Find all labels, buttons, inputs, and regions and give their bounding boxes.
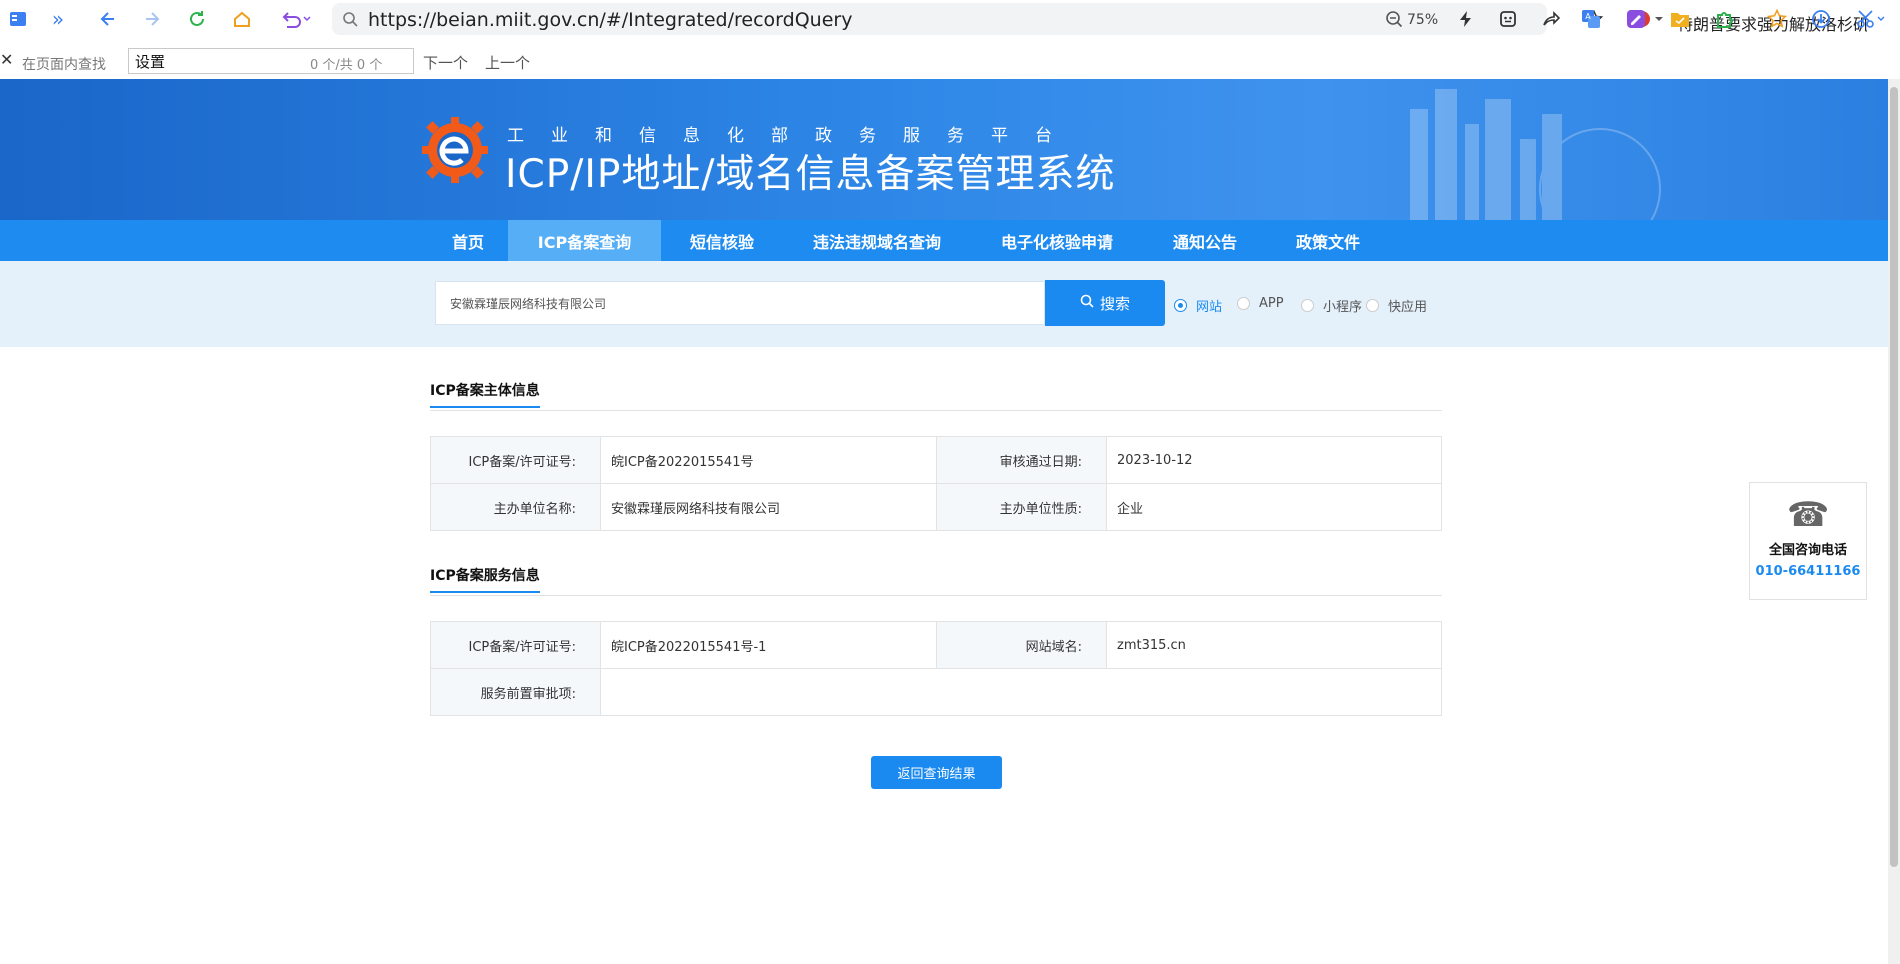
radio-label: 网站 <box>1196 300 1223 315</box>
search-icon <box>1080 294 1094 312</box>
hotline-widget[interactable]: ☎ 全国咨询电话 010-66411166 <box>1749 482 1867 600</box>
search-button[interactable]: 搜索 <box>1045 280 1165 326</box>
sidebar-icon[interactable] <box>4 5 32 33</box>
zoom-out-icon[interactable] <box>1380 5 1408 33</box>
notes-extension-icon[interactable] <box>1622 5 1650 33</box>
radio-dot <box>1174 299 1187 312</box>
svg-text:A: A <box>1585 12 1591 21</box>
back-to-results-button[interactable]: 返回查询结果 <box>871 756 1002 789</box>
section-divider <box>430 595 1442 596</box>
page-scrollbar[interactable] <box>1888 79 1900 964</box>
hotline-number: 010-66411166 <box>1755 564 1861 579</box>
table-value: 安徽霖瑾辰网络科技有限公司 <box>600 483 937 531</box>
find-next-button[interactable]: 下一个 <box>423 52 468 73</box>
search-area: 安徽霖瑾辰网络科技有限公司 搜索 网站 APP 小程序 快应用 <box>0 261 1888 347</box>
city-skyline-decoration <box>1410 89 1661 220</box>
scrollbar-thumb[interactable] <box>1890 87 1898 867</box>
url-text[interactable]: https://beian.miit.gov.cn/#/Integrated/r… <box>368 9 852 31</box>
nav-icp-query[interactable]: ICP备案查询 <box>508 220 661 261</box>
radio-quick-app[interactable]: 快应用 <box>1366 296 1427 315</box>
find-label: 在页面内查找 <box>22 57 106 73</box>
forward-arrow-icon[interactable] <box>138 5 166 33</box>
table-label: 服务前置审批项: <box>430 668 601 716</box>
nav-notices[interactable]: 通知公告 <box>1160 220 1250 261</box>
radio-label: 快应用 <box>1388 300 1428 315</box>
table-label: 主办单位性质: <box>936 483 1107 531</box>
radio-website[interactable]: 网站 <box>1174 296 1222 315</box>
puzzle-extension-icon[interactable] <box>1711 5 1739 33</box>
main-nav: 首页 ICP备案查询 短信核验 违法违规域名查询 电子化核验申请 通知公告 政策… <box>0 220 1888 261</box>
radio-label: 小程序 <box>1323 300 1363 315</box>
table-value: 皖ICP备2022015541号-1 <box>600 621 937 669</box>
search-button-label: 搜索 <box>1099 294 1130 313</box>
phone-icon: ☎ <box>1786 495 1830 535</box>
table-value <box>600 668 1442 716</box>
reader-mode-icon[interactable] <box>1494 5 1522 33</box>
close-icon[interactable]: ✕ <box>0 50 13 69</box>
download-icon[interactable] <box>1807 5 1835 33</box>
address-bar[interactable]: https://beian.miit.gov.cn/#/Integrated/r… <box>332 3 1867 35</box>
find-in-page-bar: ✕ 在页面内查找 0 个/共 0 个 下一个 上一个 <box>0 44 1900 78</box>
table-value: 企业 <box>1106 483 1442 531</box>
share-icon[interactable] <box>1537 5 1565 33</box>
nav-home[interactable]: 首页 <box>440 220 496 261</box>
radio-app[interactable]: APP <box>1237 296 1284 311</box>
page-title: ICP/IP地址/域名信息备案管理系统 <box>505 152 1116 197</box>
table-label: 审核通过日期: <box>936 436 1107 484</box>
table-row: ICP备案/许可证号: 皖ICP备2022015541号-1 网站域名: zmt… <box>430 621 1442 669</box>
folder-extension-icon[interactable] <box>1666 5 1694 33</box>
translate-icon[interactable]: A <box>1577 5 1605 33</box>
find-match-count: 0 个/共 0 个 <box>310 58 383 73</box>
refresh-icon[interactable] <box>183 5 211 33</box>
miit-logo-icon <box>422 117 488 183</box>
find-previous-button[interactable]: 上一个 <box>485 52 530 73</box>
undo-icon[interactable] <box>275 5 315 33</box>
zoom-level[interactable]: 75% <box>1407 12 1438 28</box>
service-info-table: ICP备案/许可证号: 皖ICP备2022015541号-1 网站域名: zmt… <box>430 621 1442 716</box>
search-icon <box>336 5 364 33</box>
hotline-label: 全国咨询电话 <box>1768 543 1847 558</box>
back-arrow-icon[interactable] <box>94 5 122 33</box>
table-label: 主办单位名称: <box>430 483 601 531</box>
radio-dot <box>1366 299 1379 312</box>
home-icon[interactable] <box>228 5 256 33</box>
radio-dot <box>1237 297 1250 310</box>
browser-toolbar: » https://beian.miit.gov.cn/#/Integrated… <box>0 0 1900 38</box>
subject-info-table: ICP备案/许可证号: 皖ICP备2022015541号 审核通过日期: 202… <box>430 436 1442 531</box>
nav-policy-docs[interactable]: 政策文件 <box>1283 220 1373 261</box>
favorites-icon[interactable] <box>1763 5 1791 33</box>
table-label: 网站域名: <box>936 621 1107 669</box>
table-row: ICP备案/许可证号: 皖ICP备2022015541号 审核通过日期: 202… <box>430 436 1442 484</box>
lightning-icon[interactable] <box>1452 5 1480 33</box>
page-content: 工业和信息化部政务服务平台 ICP/IP地址/域名信息备案管理系统 首页 ICP… <box>0 79 1888 964</box>
service-info-title: ICP备案服务信息 <box>430 565 540 593</box>
screenshot-icon[interactable] <box>1852 5 1892 33</box>
search-input[interactable]: 安徽霖瑾辰网络科技有限公司 <box>435 281 1045 325</box>
double-chevron-right-icon[interactable]: » <box>44 5 72 33</box>
header-banner: 工业和信息化部政务服务平台 ICP/IP地址/域名信息备案管理系统 <box>0 79 1888 220</box>
table-row: 主办单位名称: 安徽霖瑾辰网络科技有限公司 主办单位性质: 企业 <box>430 483 1442 531</box>
section-divider <box>430 410 1442 411</box>
table-value: zmt315.cn <box>1106 621 1442 669</box>
nav-illegal-domain-query[interactable]: 违法违规域名查询 <box>796 220 958 261</box>
radio-dot <box>1301 299 1314 312</box>
nav-electronic-verification[interactable]: 电子化核验申请 <box>987 220 1127 261</box>
radio-label: APP <box>1259 296 1284 311</box>
table-value: 皖ICP备2022015541号 <box>600 436 937 484</box>
radio-mini-program[interactable]: 小程序 <box>1301 296 1362 315</box>
nav-sms-verify[interactable]: 短信核验 <box>673 220 771 261</box>
table-label: ICP备案/许可证号: <box>430 436 601 484</box>
table-row: 服务前置审批项: <box>430 668 1442 716</box>
table-label: ICP备案/许可证号: <box>430 621 601 669</box>
table-value: 2023-10-12 <box>1106 436 1442 484</box>
subject-info-title: ICP备案主体信息 <box>430 380 540 408</box>
